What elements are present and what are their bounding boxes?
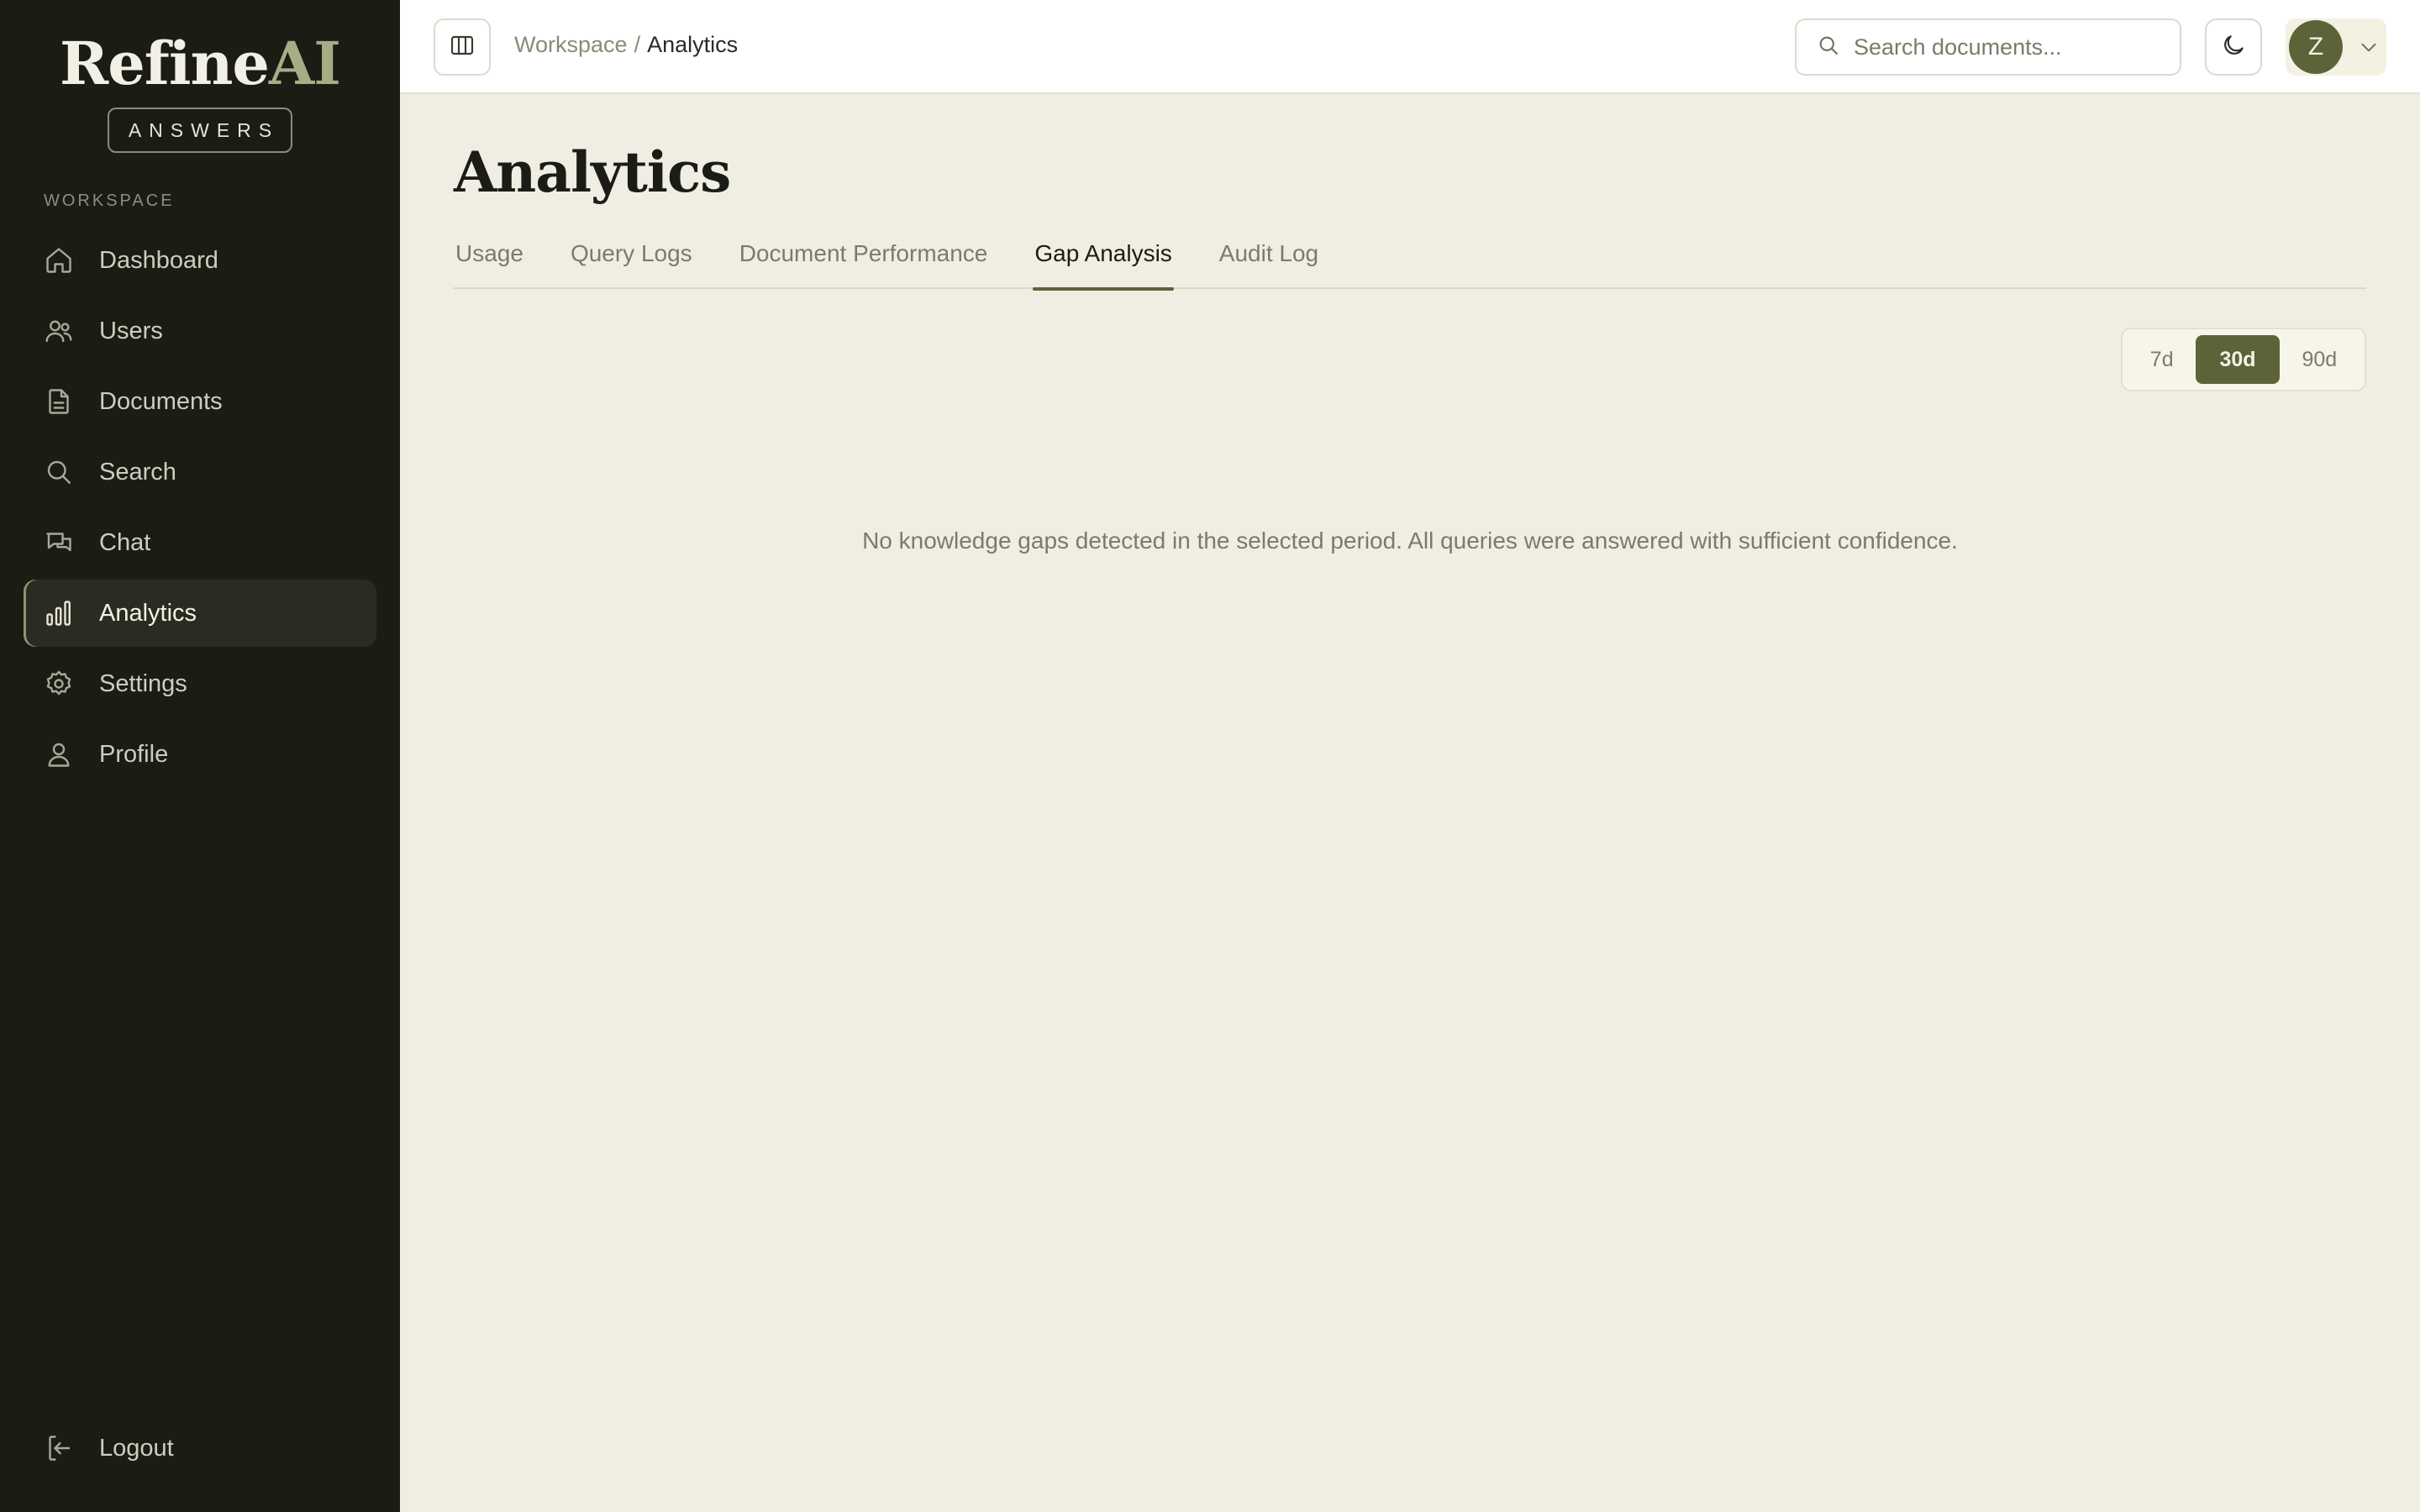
document-icon	[44, 386, 74, 417]
logout-icon	[44, 1433, 74, 1463]
sidebar-item-label: Search	[99, 458, 176, 486]
gear-icon	[44, 669, 74, 699]
main-content: Analytics Usage Query Logs Document Perf…	[400, 94, 2420, 1512]
user-menu-button[interactable]: Z	[2286, 18, 2386, 76]
range-90d-button[interactable]: 90d	[2280, 335, 2360, 384]
sidebar-item-dashboard[interactable]: Dashboard	[24, 227, 376, 294]
sidebar-item-label: Settings	[99, 669, 187, 697]
sidebar-item-users[interactable]: Users	[24, 297, 376, 365]
sidebar: RefineAI ANSWERS WORKSPACE Dashboard Use…	[0, 0, 400, 1512]
search-icon	[44, 457, 74, 487]
breadcrumb: Workspace / Analytics	[514, 32, 738, 58]
chevron-down-icon	[2358, 36, 2380, 58]
top-header: Workspace/Analytics Z	[400, 0, 2420, 94]
nav-section-label: WORKSPACE	[44, 192, 175, 210]
logout-button[interactable]: Logout	[24, 1415, 376, 1482]
analytics-tabs: Usage Query Logs Document Performance Ga…	[454, 235, 2366, 291]
empty-state-message: No knowledge gaps detected in the select…	[862, 528, 1958, 554]
search-input[interactable]	[1854, 34, 2173, 60]
chat-icon	[44, 528, 74, 558]
brand-logo[interactable]: RefineAI ANSWERS	[0, 30, 400, 153]
tab-query-logs[interactable]: Query Logs	[569, 235, 694, 289]
sidebar-item-profile[interactable]: Profile	[24, 721, 376, 788]
brand-wordmark: RefineAI	[60, 29, 341, 98]
sidebar-item-label: Analytics	[99, 599, 197, 627]
breadcrumb-parent[interactable]: Workspace	[514, 32, 628, 57]
panel-toggle-icon	[449, 32, 476, 63]
sidebar-toggle-button[interactable]	[434, 18, 491, 76]
sidebar-item-settings[interactable]: Settings	[24, 650, 376, 717]
tab-usage[interactable]: Usage	[454, 235, 525, 289]
sidebar-item-label: Dashboard	[99, 246, 218, 274]
search-box[interactable]	[1795, 18, 2181, 76]
sidebar-item-label: Users	[99, 317, 163, 344]
users-icon	[44, 316, 74, 346]
bar-chart-icon	[44, 598, 74, 628]
home-icon	[44, 245, 74, 276]
range-30d-button[interactable]: 30d	[2196, 335, 2280, 384]
search-icon	[1817, 34, 1840, 61]
sidebar-item-label: Profile	[99, 740, 169, 768]
page-title: Analytics	[454, 139, 731, 205]
avatar: Z	[2289, 20, 2343, 74]
logout-label: Logout	[99, 1434, 174, 1462]
sidebar-item-search[interactable]: Search	[24, 438, 376, 506]
logout-section: Logout	[24, 1415, 376, 1485]
tab-gap-analysis[interactable]: Gap Analysis	[1033, 235, 1175, 291]
sidebar-item-label: Documents	[99, 387, 223, 415]
breadcrumb-separator: /	[634, 32, 641, 57]
sidebar-item-documents[interactable]: Documents	[24, 368, 376, 435]
moon-icon	[2220, 32, 2247, 63]
theme-toggle-button[interactable]	[2205, 18, 2262, 76]
tab-audit-log[interactable]: Audit Log	[1218, 235, 1320, 289]
sidebar-item-label: Chat	[99, 528, 151, 556]
sidebar-item-analytics[interactable]: Analytics	[24, 580, 376, 647]
brand-badge: ANSWERS	[108, 108, 292, 153]
tab-document-performance[interactable]: Document Performance	[738, 235, 990, 289]
range-7d-button[interactable]: 7d	[2128, 335, 2196, 384]
user-icon	[44, 739, 74, 769]
sidebar-item-chat[interactable]: Chat	[24, 509, 376, 576]
breadcrumb-current: Analytics	[647, 32, 739, 57]
date-range-selector: 7d 30d 90d	[2121, 328, 2366, 391]
sidebar-nav: Dashboard Users Documents Search Chat An…	[24, 227, 376, 791]
